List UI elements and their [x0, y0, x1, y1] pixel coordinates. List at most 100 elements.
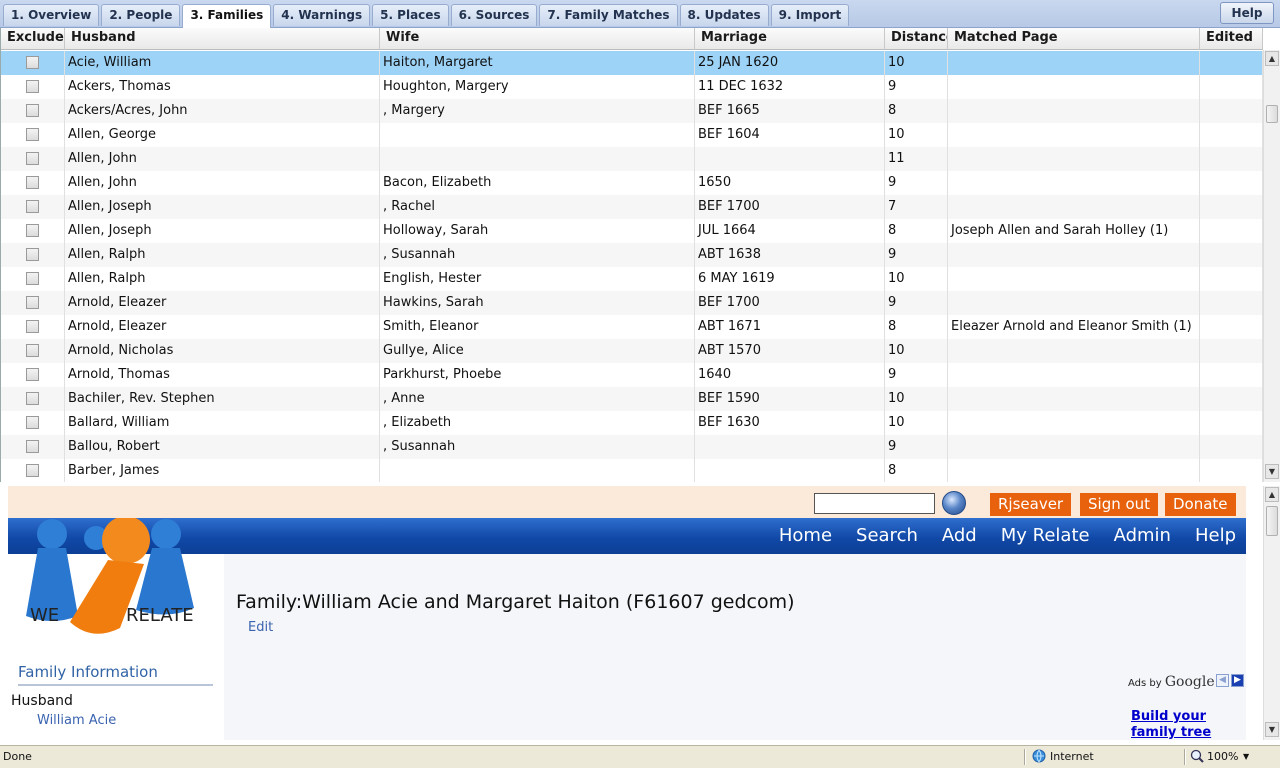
- table-row[interactable]: Acie, William Haiton, Margaret 25 JAN 1620…: [1, 51, 1263, 75]
- ad-link[interactable]: Build your family tree: [1131, 709, 1243, 740]
- grid-scrollbar[interactable]: ▲ ▼: [1263, 50, 1280, 482]
- zoom-level[interactable]: 100%: [1207, 748, 1238, 766]
- table-row[interactable]: Bachiler, Rev. Stephen, Anne BEF 1590 10: [1, 387, 1263, 411]
- search-icon[interactable]: [942, 491, 966, 515]
- husband-name-link[interactable]: William Acie: [37, 713, 116, 728]
- edited-cell: [1200, 459, 1263, 482]
- table-row[interactable]: Allen, Joseph, Rachel BEF 1700 7: [1, 195, 1263, 219]
- column-header-matched-page[interactable]: Matched Page: [948, 28, 1200, 50]
- donate-button[interactable]: Donate: [1165, 493, 1236, 516]
- exclude-checkbox[interactable]: [26, 464, 39, 477]
- exclude-cell: [1, 219, 65, 243]
- exclude-checkbox[interactable]: [26, 272, 39, 285]
- table-row[interactable]: Arnold, Thomas Parkhurst, Phoebe 1640 9: [1, 363, 1263, 387]
- distance-cell: 7: [885, 195, 948, 219]
- zoom-dropdown-icon[interactable]: ▼: [1243, 748, 1249, 766]
- table-row[interactable]: Allen, George BEF 1604 10: [1, 123, 1263, 147]
- tab-places[interactable]: 5. Places: [372, 4, 449, 26]
- husband-cell: Ackers, Thomas: [65, 75, 380, 99]
- table-row[interactable]: Ballou, Robert, Susannah 9: [1, 435, 1263, 459]
- tab-warnings[interactable]: 4. Warnings: [273, 4, 371, 26]
- tab-people[interactable]: 2. People: [101, 4, 181, 26]
- edit-link[interactable]: Edit: [248, 620, 273, 635]
- exclude-checkbox[interactable]: [26, 176, 39, 189]
- user-button[interactable]: Rjseaver: [990, 493, 1072, 516]
- scroll-up-arrow-icon[interactable]: ▲: [1265, 51, 1279, 66]
- scroll-up-arrow-icon[interactable]: ▲: [1265, 487, 1279, 502]
- scroll-thumb[interactable]: [1266, 105, 1278, 123]
- table-row[interactable]: Ackers/Acres, John, Margery BEF 1665 8: [1, 99, 1263, 123]
- table-row[interactable]: Allen, Ralph English, Hester 6 MAY 1619 10: [1, 267, 1263, 291]
- table-row[interactable]: Ballard, William, Elizabeth BEF 1630 10: [1, 411, 1263, 435]
- table-row[interactable]: Arnold, Eleazer Hawkins, Sarah BEF 1700 9: [1, 291, 1263, 315]
- nav-home[interactable]: Home: [779, 525, 832, 547]
- exclude-checkbox[interactable]: [26, 128, 39, 141]
- tab-families[interactable]: 3. Families: [182, 4, 272, 28]
- scroll-down-arrow-icon[interactable]: ▼: [1265, 722, 1279, 737]
- column-header-husband[interactable]: Husband: [65, 28, 380, 50]
- table-row[interactable]: Allen, John Bacon, Elizabeth 1650 9: [1, 171, 1263, 195]
- tab-sources[interactable]: 6. Sources: [450, 4, 538, 26]
- marriage-cell: 11 DEC 1632: [695, 75, 885, 99]
- wife-cell: , Susannah: [380, 243, 695, 267]
- nav-admin[interactable]: Admin: [1114, 525, 1171, 547]
- scroll-down-arrow-icon[interactable]: ▼: [1265, 464, 1279, 479]
- matched-page-cell: [948, 243, 1200, 267]
- column-header-marriage[interactable]: Marriage: [695, 28, 885, 50]
- husband-cell: Allen, John: [65, 171, 380, 195]
- column-header-distance[interactable]: Distance: [885, 28, 948, 50]
- edited-cell: [1200, 363, 1263, 387]
- sign-out-button[interactable]: Sign out: [1080, 493, 1159, 516]
- distance-cell: 10: [885, 51, 948, 75]
- wife-cell: , Anne: [380, 387, 695, 411]
- tab-family-matches[interactable]: 7. Family Matches: [539, 4, 678, 26]
- site-search-input[interactable]: [814, 493, 935, 514]
- help-button[interactable]: Help: [1220, 2, 1274, 24]
- table-row[interactable]: Arnold, Nicholas Gullye, Alice ABT 1570 10: [1, 339, 1263, 363]
- nav-add[interactable]: Add: [942, 525, 977, 547]
- marriage-cell: [695, 435, 885, 459]
- table-row[interactable]: Allen, Joseph Holloway, Sarah JUL 1664 8 Jos…: [1, 219, 1263, 243]
- exclude-checkbox[interactable]: [26, 296, 39, 309]
- column-header-edited[interactable]: Edited: [1200, 28, 1263, 50]
- exclude-checkbox[interactable]: [26, 104, 39, 117]
- table-row[interactable]: Allen, John 11: [1, 147, 1263, 171]
- exclude-checkbox[interactable]: [26, 80, 39, 93]
- table-row[interactable]: Ackers, Thomas Houghton, Margery 11 DEC 16…: [1, 75, 1263, 99]
- web-scrollbar[interactable]: ▲ ▼: [1263, 486, 1280, 740]
- exclude-checkbox[interactable]: [26, 224, 39, 237]
- exclude-checkbox[interactable]: [26, 200, 39, 213]
- exclude-checkbox[interactable]: [26, 152, 39, 165]
- scroll-thumb[interactable]: [1266, 506, 1278, 536]
- distance-cell: 10: [885, 339, 948, 363]
- exclude-checkbox[interactable]: [26, 248, 39, 261]
- nav-search[interactable]: Search: [856, 525, 918, 547]
- nav-my-relate[interactable]: My Relate: [1001, 525, 1090, 547]
- exclude-checkbox[interactable]: [26, 320, 39, 333]
- tab-import[interactable]: 9. Import: [770, 4, 850, 26]
- exclude-checkbox[interactable]: [26, 368, 39, 381]
- column-header-exclude[interactable]: Exclude: [1, 28, 65, 50]
- werelate-logo[interactable]: WE RELATE: [8, 516, 224, 638]
- exclude-checkbox[interactable]: [26, 392, 39, 405]
- exclude-checkbox[interactable]: [26, 344, 39, 357]
- table-row[interactable]: Barber, James 8: [1, 459, 1263, 482]
- status-divider: [1184, 749, 1186, 765]
- table-row[interactable]: Arnold, Eleazer Smith, Eleanor ABT 1671 8 El…: [1, 315, 1263, 339]
- exclude-checkbox[interactable]: [26, 440, 39, 453]
- nav-help[interactable]: Help: [1195, 525, 1236, 547]
- marriage-cell: BEF 1604: [695, 123, 885, 147]
- tab-overview[interactable]: 1. Overview: [3, 4, 100, 26]
- table-row[interactable]: Allen, Ralph, Susannah ABT 1638 9: [1, 243, 1263, 267]
- column-header-wife[interactable]: Wife: [380, 28, 695, 50]
- exclude-checkbox[interactable]: [26, 416, 39, 429]
- ad-prev-arrow-icon[interactable]: ◀: [1216, 674, 1229, 687]
- ad-next-arrow-icon[interactable]: ▶: [1231, 674, 1244, 687]
- exclude-cell: [1, 435, 65, 459]
- exclude-checkbox[interactable]: [26, 56, 39, 69]
- exclude-cell: [1, 147, 65, 171]
- tab-updates[interactable]: 8. Updates: [679, 4, 769, 26]
- exclude-cell: [1, 195, 65, 219]
- zoom-icon[interactable]: [1190, 749, 1204, 767]
- web-preview-pane: Rjseaver Sign out Donate Home Search Add…: [0, 486, 1262, 740]
